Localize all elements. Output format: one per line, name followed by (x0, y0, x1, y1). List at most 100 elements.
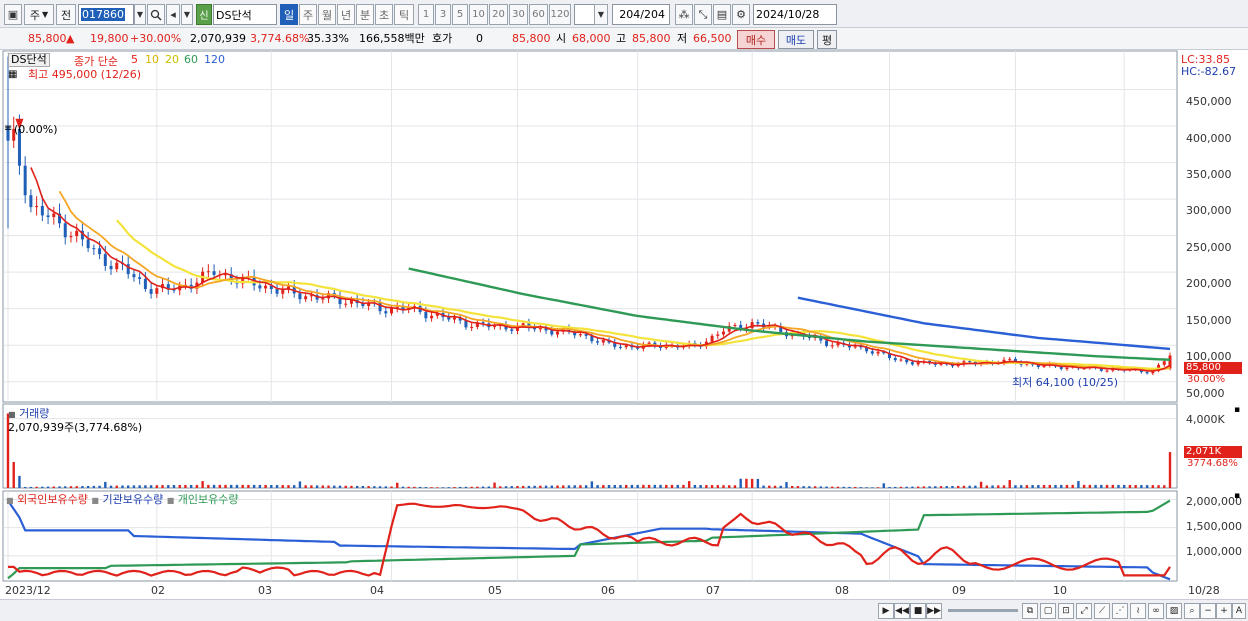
candle-body (69, 236, 73, 238)
volume-bar (951, 485, 954, 488)
prev-button[interactable]: 전 (56, 4, 76, 25)
gear-icon[interactable]: ⚙ (732, 4, 750, 25)
volume-bar (453, 487, 456, 488)
interval-3-button[interactable]: 3 (435, 4, 451, 25)
custom-interval-dropdown-icon[interactable]: ▼ (594, 4, 608, 25)
period-second-button[interactable]: 초 (375, 4, 393, 25)
volume-bar (207, 484, 210, 488)
volume-bar (1123, 484, 1126, 488)
volume-bar (184, 484, 187, 488)
volume-bar (155, 485, 159, 488)
volume-bar (1042, 485, 1046, 488)
volume-bar (46, 486, 50, 488)
volume-bar (710, 485, 714, 488)
rewind-icon[interactable]: ◀◀ (894, 603, 910, 619)
period-week-button[interactable]: 주 (299, 4, 317, 25)
ray-icon[interactable]: ⟋ (1094, 603, 1110, 619)
interval-60-button[interactable]: 60 (529, 4, 548, 25)
link-icon[interactable]: ∞ (1148, 603, 1164, 619)
candle-body (86, 239, 90, 249)
volume-bar (327, 485, 330, 488)
interval-20-button[interactable]: 20 (489, 4, 508, 25)
zoom-in-icon[interactable]: + (1216, 603, 1232, 619)
stock-name-value: DS단석 (216, 8, 252, 22)
volume-bar (699, 485, 702, 488)
scroll-slider[interactable] (948, 609, 1018, 612)
search-icon[interactable] (147, 4, 165, 25)
volume-bar (722, 485, 725, 488)
fib-icon[interactable]: ⋰ (1112, 603, 1128, 619)
trade-amount: 166,558백만 (359, 32, 425, 45)
close-panel-icon[interactable]: ▪ (1234, 491, 1240, 501)
candle-body (115, 262, 119, 270)
stop-icon[interactable]: ■ (910, 603, 926, 619)
eval-button[interactable]: 평 (817, 30, 837, 49)
interval-30-button[interactable]: 30 (509, 4, 528, 25)
volume-bar (29, 486, 33, 488)
candle-body (321, 298, 325, 300)
volume-bar (241, 484, 244, 488)
volume-bar (985, 485, 989, 488)
layout-icon[interactable]: ▣ (4, 4, 22, 25)
period-year-button[interactable]: 년 (337, 4, 355, 25)
chart-canvas[interactable] (0, 50, 1248, 599)
sound-icon[interactable]: ◂ (166, 4, 180, 25)
code-dropdown-icon[interactable]: ▼ (134, 4, 146, 25)
x-label: 06 (601, 584, 615, 597)
volume-bar (768, 485, 771, 488)
image-icon[interactable]: ▨ (1166, 603, 1182, 619)
candle-body (52, 213, 56, 218)
copy-icon[interactable]: ⧉ (1022, 603, 1038, 619)
volume-bar (636, 484, 639, 488)
interval-120-button[interactable]: 120 (549, 4, 571, 25)
volume-bar (785, 482, 788, 488)
window-icon[interactable]: ▢ (1040, 603, 1056, 619)
candle-body (510, 329, 514, 331)
stock-code-input[interactable]: 017860 (78, 4, 134, 25)
trend-line-icon[interactable]: ⤢ (1076, 603, 1092, 619)
candle-body (1145, 372, 1149, 374)
forward-icon[interactable]: ▶▶ (926, 603, 942, 619)
candle-body (968, 361, 972, 363)
panel-icon: ■ (8, 410, 16, 419)
font-size-icon[interactable]: A (1232, 603, 1246, 619)
draw-icon[interactable]: ⤡ (694, 4, 712, 25)
new-listing-badge: 신 (196, 4, 212, 25)
save-icon[interactable]: ▤ (713, 4, 731, 25)
zoom-out-icon[interactable]: − (1200, 603, 1216, 619)
volume-bar (693, 484, 697, 488)
stock-name-field[interactable]: DS단석 (213, 4, 277, 25)
split-icon[interactable]: ⁂ (675, 4, 693, 25)
pin-icon[interactable]: ⊡ (1058, 603, 1074, 619)
interval-label: 30 (512, 9, 525, 20)
ma60-line (408, 267, 1171, 361)
candle-body (212, 271, 216, 275)
high-price: 85,800 (632, 32, 671, 45)
interval-label: 1 (422, 9, 430, 20)
interval-10-button[interactable]: 10 (469, 4, 488, 25)
period-minute-button[interactable]: 분 (356, 4, 374, 25)
interval-5-button[interactable]: 5 (452, 4, 468, 25)
period-type-select[interactable]: 주 ▼ (24, 4, 54, 25)
candle-body (905, 359, 909, 363)
interval-1-button[interactable]: 1 (418, 4, 434, 25)
period-month-button[interactable]: 월 (318, 4, 336, 25)
volume-bar (201, 481, 204, 488)
buy-button[interactable]: 매수 (737, 30, 775, 49)
volume-bar (264, 484, 267, 488)
period-day-button[interactable]: 일 (280, 4, 298, 25)
data-count-field[interactable]: 204/204 (612, 4, 670, 25)
play-icon[interactable]: ▶ (878, 603, 894, 619)
calendar-icon[interactable]: ▦ (8, 69, 17, 80)
volume-bar (481, 486, 485, 488)
volume-bar (590, 481, 594, 488)
zoom-icon[interactable]: ⌕ (1184, 603, 1200, 619)
zigzag-icon[interactable]: ≀ (1130, 603, 1146, 619)
period-tick-button[interactable]: 틱 (394, 4, 414, 25)
sell-button[interactable]: 매도 (778, 30, 814, 49)
volume-bar (584, 485, 588, 488)
prev-label: 전 (60, 8, 72, 22)
sound-dropdown-icon[interactable]: ▼ (181, 4, 193, 25)
close-panel-icon[interactable]: ▪ (1234, 405, 1240, 415)
date-input[interactable]: 2024/10/28 (753, 4, 837, 25)
